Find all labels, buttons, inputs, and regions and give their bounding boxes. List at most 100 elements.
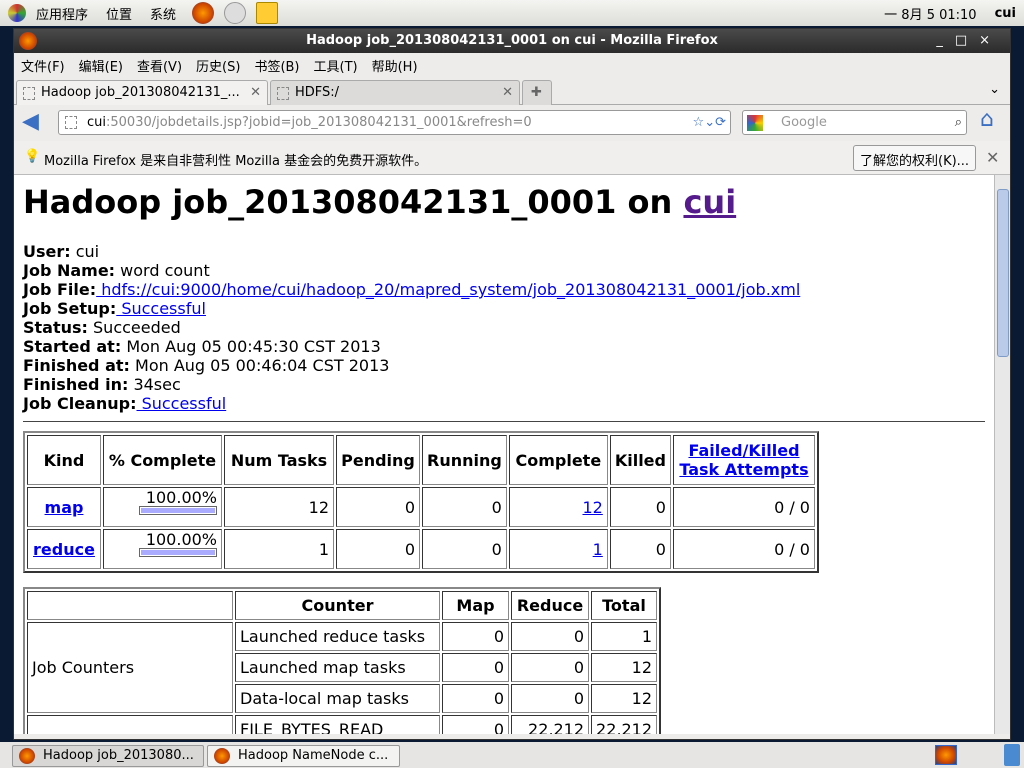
menu-view[interactable]: 查看(V)	[137, 56, 182, 75]
progress-fill	[141, 550, 215, 555]
user-name[interactable]: cui	[995, 6, 1016, 21]
menu-system[interactable]: 系统	[150, 4, 176, 23]
menu-applications[interactable]: 应用程序	[36, 4, 88, 23]
failed-link-2[interactable]: Task Attempts	[679, 460, 808, 479]
complete-link[interactable]: 1	[593, 540, 603, 559]
kind-link[interactable]: reduce	[33, 540, 95, 559]
num-tasks-cell: 12	[224, 487, 334, 527]
notes-launcher-icon[interactable]	[256, 2, 279, 24]
taskbar-label: Hadoop job_2013080...	[43, 748, 194, 763]
kind-cell[interactable]: reduce	[27, 529, 101, 569]
reduce-cell: 22,212	[511, 715, 589, 734]
info-link[interactable]: Successful	[136, 394, 227, 413]
info-label: Job Name:	[23, 261, 116, 280]
header-failed[interactable]: Failed/Killed Task Attempts	[672, 435, 815, 485]
notification-text: Mozilla Firefox 是来自非营利性 Mozilla 基金会的免费开源…	[44, 154, 428, 169]
running-cell: 0	[422, 487, 507, 527]
search-input[interactable]: Google ⌕	[742, 110, 967, 135]
header-total: Total	[591, 591, 657, 620]
header-running: Running	[422, 435, 507, 485]
total-cell: 1	[591, 622, 657, 651]
failed-link[interactable]: Failed/Killed	[688, 441, 799, 460]
info-line: Job Name: word count	[23, 261, 800, 280]
pending-cell: 0	[336, 529, 420, 569]
killed-cell: 0	[609, 487, 671, 527]
header-killed: Killed	[609, 435, 671, 485]
complete-cell[interactable]: 12	[508, 487, 608, 527]
firefox-launcher-icon[interactable]	[192, 2, 215, 24]
menu-history[interactable]: 历史(S)	[196, 56, 240, 75]
pct-text: 100.00%	[145, 530, 217, 549]
tab-hdfs[interactable]: HDFS:/ ✕	[270, 80, 520, 105]
taskbar-item-job[interactable]: Hadoop job_2013080...	[12, 745, 204, 767]
num-tasks-cell: 1	[224, 529, 334, 569]
counter-group-cell	[27, 715, 233, 734]
kind-link[interactable]: map	[45, 498, 84, 517]
reduce-cell: 0	[511, 684, 589, 713]
info-value: cui	[70, 242, 100, 261]
taskbar-label: Hadoop NameNode c...	[238, 748, 389, 763]
window-controls[interactable]: _□×	[936, 29, 1002, 53]
workspace-switcher[interactable]	[935, 745, 957, 765]
tab-job[interactable]: Hadoop job_201308042131_... ✕	[16, 80, 268, 105]
total-cell: 12	[591, 653, 657, 682]
binoculars-icon[interactable]: ⌕	[955, 111, 962, 134]
menu-edit[interactable]: 编辑(E)	[79, 56, 123, 75]
failed-cell: 0 / 0	[672, 487, 815, 527]
bookmark-star-reload-icon[interactable]: ☆⌄⟳	[693, 111, 726, 134]
map-cell: 0	[442, 684, 509, 713]
info-label: User:	[23, 242, 71, 261]
menu-bookmarks[interactable]: 书签(B)	[254, 56, 299, 75]
menu-help[interactable]: 帮助(H)	[372, 56, 418, 75]
close-notification-icon[interactable]: ✕	[986, 148, 999, 167]
know-rights-button[interactable]: 了解您的权利(K)...	[853, 145, 977, 171]
complete-cell[interactable]: 1	[508, 529, 608, 569]
mail-launcher-icon[interactable]	[224, 2, 247, 24]
counter-name-cell: Data-local map tasks	[235, 684, 440, 713]
menu-file[interactable]: 文件(F)	[21, 56, 65, 75]
info-value: Mon Aug 05 00:45:30 CST 2013	[121, 337, 381, 356]
home-icon[interactable]: ⌂	[980, 107, 994, 132]
header-reduce: Reduce	[511, 591, 589, 620]
info-link[interactable]: hdfs://cui:9000/home/cui/hadoop_20/mapre…	[96, 280, 800, 299]
menu-places[interactable]: 位置	[106, 4, 132, 23]
failed-cell: 0 / 0	[672, 529, 815, 569]
header-counter: Counter	[235, 591, 440, 620]
google-icon[interactable]	[747, 115, 763, 131]
close-tab-icon[interactable]: ✕	[250, 81, 261, 105]
firefox-icon	[214, 748, 230, 764]
menu-tools[interactable]: 工具(T)	[314, 56, 358, 75]
tab-label: HDFS:/	[295, 85, 340, 100]
url-bar[interactable]: cui:50030/jobdetails.jsp?jobid=job_20130…	[58, 110, 731, 135]
kind-cell[interactable]: map	[27, 487, 101, 527]
title-bar: Hadoop job_201308042131_0001 on cui - Mo…	[14, 29, 1010, 53]
tab-list-chevron-icon[interactable]: ⌄	[989, 82, 1000, 97]
taskbar-item-namenode[interactable]: Hadoop NameNode c...	[207, 745, 400, 767]
tasks-table: Kind % Complete Num Tasks Pending Runnin…	[23, 431, 819, 573]
info-label: Finished in:	[23, 375, 129, 394]
back-arrow-icon[interactable]: ◀	[22, 109, 39, 134]
trash-icon[interactable]	[1004, 744, 1020, 766]
gnome-foot-icon	[8, 4, 26, 22]
host-link[interactable]: cui	[683, 183, 736, 221]
top-panel: 应用程序 位置 系统 一 8月 5 01:10 cui	[0, 0, 1024, 26]
firefox-window: Hadoop job_201308042131_0001 on cui - Mo…	[13, 28, 1011, 740]
info-link[interactable]: Successful	[116, 299, 206, 318]
pct-text: 100.00%	[145, 488, 217, 507]
nav-bar: ◀ cui:50030/jobdetails.jsp?jobid=job_201…	[14, 105, 1010, 141]
counter-group-cell: Job Counters	[27, 622, 233, 713]
info-line: Started at: Mon Aug 05 00:45:30 CST 2013	[23, 337, 800, 356]
page-icon	[23, 87, 35, 100]
vertical-scrollbar[interactable]	[994, 175, 1010, 734]
complete-link[interactable]: 12	[582, 498, 602, 517]
clock[interactable]: 一 8月 5 01:10	[884, 4, 976, 23]
info-value: Succeeded	[87, 318, 181, 337]
close-tab-icon[interactable]: ✕	[502, 81, 513, 105]
scrollbar-thumb[interactable]	[997, 189, 1009, 357]
table-row: map 100.00% 12 0 0 12 0 0 / 0	[27, 487, 815, 527]
window-title: Hadoop job_201308042131_0001 on cui - Mo…	[306, 33, 718, 48]
divider	[23, 421, 985, 422]
header-complete-pct: % Complete	[103, 435, 222, 485]
header-kind: Kind	[27, 435, 101, 485]
new-tab-button[interactable]: ✚	[522, 80, 552, 105]
